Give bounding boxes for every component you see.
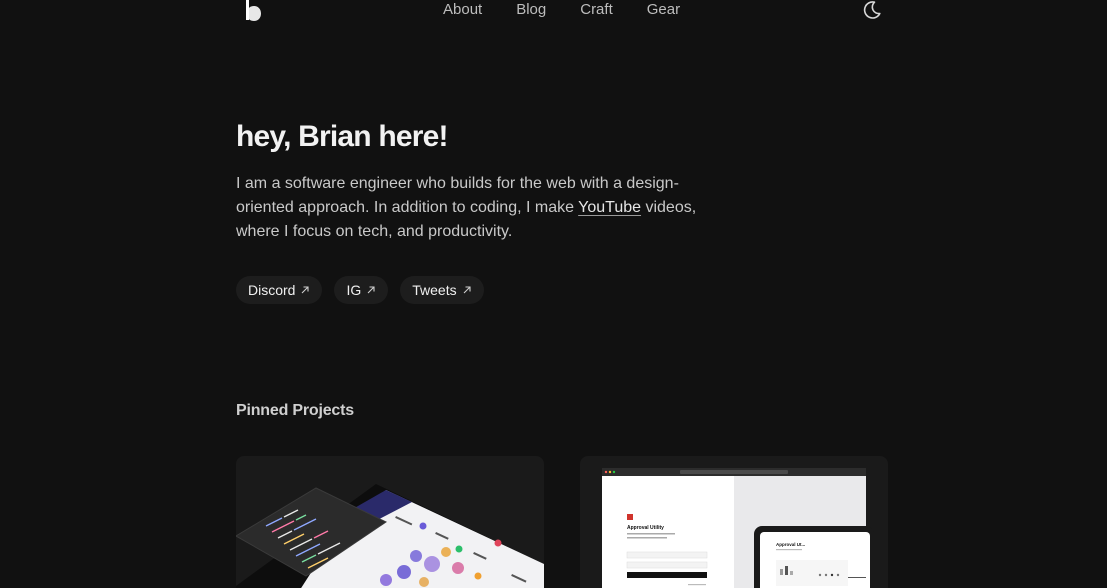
project-card-1[interactable]: [236, 456, 544, 588]
logo-icon[interactable]: [244, 0, 264, 22]
youtube-link[interactable]: YouTube: [578, 199, 641, 216]
ig-label: IG: [346, 282, 362, 298]
pinned-projects-heading: Pinned Projects: [236, 402, 354, 419]
arrow-up-right-icon: [302, 286, 310, 294]
page-title: hey, Brian here!: [236, 120, 449, 153]
arrow-up-right-icon: [463, 286, 471, 294]
nav-gear[interactable]: Gear: [647, 0, 680, 20]
discord-link[interactable]: Discord: [236, 276, 323, 304]
project-1-thumbnail: [236, 484, 544, 588]
tweets-label: Tweets: [412, 282, 457, 298]
nav-about[interactable]: About: [443, 0, 482, 20]
tweets-link[interactable]: Tweets: [400, 276, 484, 304]
card-2-screen-title: Approval Utility: [627, 525, 664, 531]
nav-blog[interactable]: Blog: [516, 0, 546, 20]
social-links: Discord IG Tweets: [236, 276, 484, 304]
nav-craft[interactable]: Craft: [580, 0, 613, 20]
arrow-up-right-icon: [367, 286, 375, 294]
ig-link[interactable]: IG: [334, 276, 389, 304]
discord-label: Discord: [248, 282, 296, 298]
main-nav: About Blog Craft Gear: [443, 0, 680, 20]
card-2-preview-title: Approval Ut...: [776, 542, 805, 547]
moon-icon[interactable]: [862, 0, 882, 20]
project-2-thumbnail: Approval Utility Approval Ut...: [602, 468, 874, 588]
project-card-2[interactable]: Approval Utility Approval Ut...: [580, 456, 888, 588]
page: About Blog Craft Gear hey, Brian here! I…: [0, 0, 1107, 588]
bio-text: I am a software engineer who builds for …: [236, 172, 726, 244]
